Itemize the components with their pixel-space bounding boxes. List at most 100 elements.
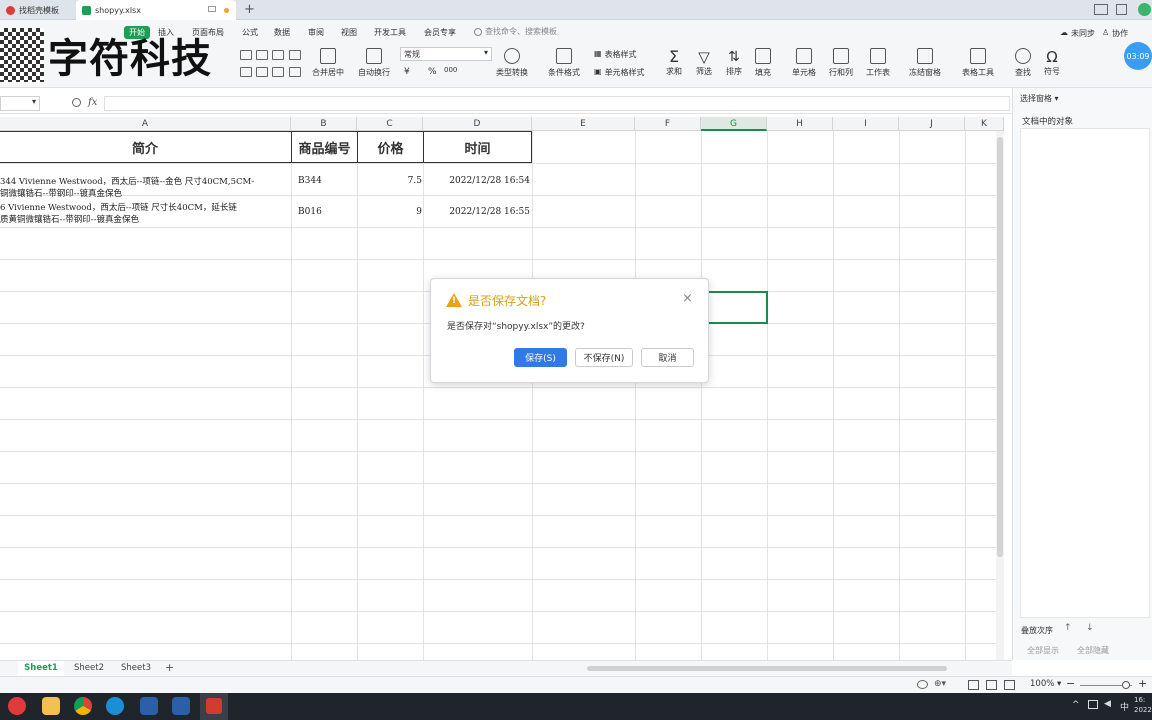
sheet-tab-sheet3[interactable]: Sheet3 — [113, 661, 159, 675]
worksheet-button[interactable]: 工作表 — [866, 48, 890, 78]
sort-button[interactable]: ⇅ 排序 — [726, 48, 742, 77]
break-view-icon[interactable] — [1004, 680, 1015, 690]
row2-time[interactable]: 2022/12/28 16:55 — [424, 207, 530, 217]
column-header-b[interactable]: B — [291, 117, 357, 131]
header-code[interactable]: 商品编号 — [291, 131, 358, 163]
formula-input[interactable] — [104, 96, 1010, 111]
folder-icon[interactable] — [42, 697, 60, 715]
selection-pane-title[interactable]: 选择窗格 ▾ — [1020, 93, 1059, 104]
column-header-c[interactable]: C — [357, 117, 423, 131]
menu-5[interactable]: 审阅 — [308, 27, 324, 38]
dont-save-button[interactable]: 不保存(N) — [575, 348, 633, 367]
network-icon[interactable] — [1088, 700, 1098, 709]
chrome-icon[interactable] — [74, 697, 92, 715]
sync-status[interactable]: ☁ 未同步 — [1060, 28, 1095, 39]
sum-button[interactable]: Σ 求和 — [666, 48, 682, 77]
row2-intro-line1[interactable]: 6 Vivienne Westwood，西太后--项链 尺寸长40CM，延长链 — [0, 201, 291, 213]
column-header-e[interactable]: E — [532, 117, 635, 131]
arrow-up-icon[interactable]: ↑ — [1064, 623, 1072, 633]
normal-view-icon[interactable] — [968, 680, 979, 690]
align-right-icon[interactable] — [272, 50, 284, 60]
sheet-tab-sheet2[interactable]: Sheet2 — [66, 661, 112, 675]
menu-7[interactable]: 开发工具 — [374, 27, 406, 38]
column-header-d[interactable]: D — [423, 117, 532, 131]
spreadsheet-grid[interactable]: 简介 商品编号 价格 时间 344 Vivienne Westwood，西太后-… — [0, 131, 1004, 661]
menu-6[interactable]: 视图 — [341, 27, 357, 38]
align-center-icon[interactable] — [256, 50, 268, 60]
column-header-h[interactable]: H — [767, 117, 833, 131]
wrap-text-button[interactable]: 自动换行 — [358, 48, 390, 78]
vertical-scroll-thumb[interactable] — [997, 137, 1003, 557]
zoom-out-button[interactable]: − — [1066, 677, 1075, 690]
cell-button[interactable]: 单元格 — [792, 48, 816, 78]
row1-code[interactable]: B344 — [298, 176, 322, 186]
zoom-level[interactable]: 100% ▾ — [1030, 679, 1061, 689]
filter-button[interactable]: ▽ 筛选 — [696, 48, 712, 77]
horizontal-scrollbar[interactable] — [575, 665, 995, 672]
column-header-k[interactable]: K — [965, 117, 1004, 131]
percent-button[interactable]: % — [428, 67, 437, 77]
align-bottom-icon[interactable] — [272, 67, 284, 77]
table-tools-button[interactable]: 表格工具 — [962, 48, 994, 78]
add-sheet-button[interactable]: + — [165, 661, 174, 674]
zoom-slider-handle[interactable] — [1122, 681, 1130, 689]
row2-code[interactable]: B016 — [298, 207, 322, 217]
user-avatar[interactable] — [1138, 3, 1151, 16]
thousands-button[interactable]: 000 — [444, 66, 457, 74]
column-header-f[interactable]: F — [635, 117, 701, 131]
symbol-button[interactable]: Ω 符号 — [1044, 48, 1060, 77]
cancel-button[interactable]: 取消 — [641, 348, 694, 367]
rowcol-button[interactable]: 行和列 — [829, 48, 853, 78]
tray-chevron-icon[interactable]: ^ — [1072, 700, 1080, 710]
find-button[interactable]: 查找 — [1015, 48, 1031, 78]
header-intro[interactable]: 简介 — [0, 131, 292, 163]
column-header-j[interactable]: J — [899, 117, 965, 131]
freeze-button[interactable]: 冻结窗格 — [909, 48, 941, 78]
menu-4[interactable]: 数据 — [274, 27, 290, 38]
column-header-g[interactable]: G — [701, 117, 767, 131]
column-header-i[interactable]: I — [833, 117, 899, 131]
edge-icon[interactable] — [106, 697, 124, 715]
type-convert-button[interactable]: 类型转换 — [496, 48, 528, 78]
vertical-scrollbar[interactable] — [996, 131, 1004, 661]
align-middle-icon[interactable] — [256, 67, 268, 77]
merge-center-button[interactable]: 合并居中 — [312, 48, 344, 78]
row1-intro-line1[interactable]: 344 Vivienne Westwood，西太后--项链--金色 尺寸40CM… — [0, 175, 291, 187]
hide-all-button[interactable]: 全部隐藏 — [1077, 645, 1109, 656]
objects-list[interactable] — [1020, 128, 1150, 618]
row1-time[interactable]: 2022/12/28 16:54 — [424, 176, 530, 186]
menu-3[interactable]: 公式 — [242, 27, 258, 38]
close-icon[interactable]: × — [682, 291, 693, 306]
tab-file[interactable]: shopyy.xlsx — [76, 0, 236, 20]
row1-price[interactable]: 7.5 — [360, 176, 422, 186]
mode-icon[interactable]: ⊕▾ — [934, 679, 946, 689]
save-button[interactable]: 保存(S) — [514, 348, 567, 367]
cond-format-button[interactable]: 条件格式 — [548, 48, 580, 78]
number-format-select[interactable]: 常规 ▾ — [400, 47, 492, 61]
header-price[interactable]: 价格 — [357, 131, 424, 163]
eye-protect-icon[interactable] — [917, 680, 928, 689]
clock[interactable]: 16: 2022 — [1134, 695, 1152, 715]
timer-badge[interactable]: 03:09 — [1124, 42, 1152, 70]
horizontal-scroll-thumb[interactable] — [587, 666, 947, 671]
zoom-formula-icon[interactable] — [72, 98, 81, 107]
zoom-in-button[interactable]: + — [1138, 677, 1147, 690]
show-all-button[interactable]: 全部显示 — [1027, 645, 1059, 656]
app-icon-blue1[interactable] — [140, 697, 158, 715]
currency-button[interactable]: ¥ — [404, 67, 410, 77]
table-style-button[interactable]: ▦ 表格样式 — [594, 49, 637, 60]
column-header-a[interactable]: A — [0, 117, 291, 131]
menu-8[interactable]: 会员专享 — [424, 27, 456, 38]
fx-label[interactable]: fx — [88, 97, 97, 108]
align-left-icon[interactable] — [240, 50, 252, 60]
name-box[interactable]: ▾ — [0, 96, 40, 111]
layout-icon[interactable] — [1094, 4, 1108, 15]
fill-button[interactable]: 填充 — [755, 48, 771, 78]
app-icon-red[interactable] — [8, 697, 26, 715]
arrow-down-icon[interactable]: ↓ — [1086, 623, 1094, 633]
selected-cell[interactable] — [701, 291, 768, 324]
cell-style-button[interactable]: ▣ 单元格样式 — [594, 67, 645, 78]
monitor-icon[interactable] — [208, 6, 216, 12]
align-top-icon[interactable] — [240, 67, 252, 77]
command-search[interactable]: 查找命令、搜索模板 — [474, 26, 557, 37]
